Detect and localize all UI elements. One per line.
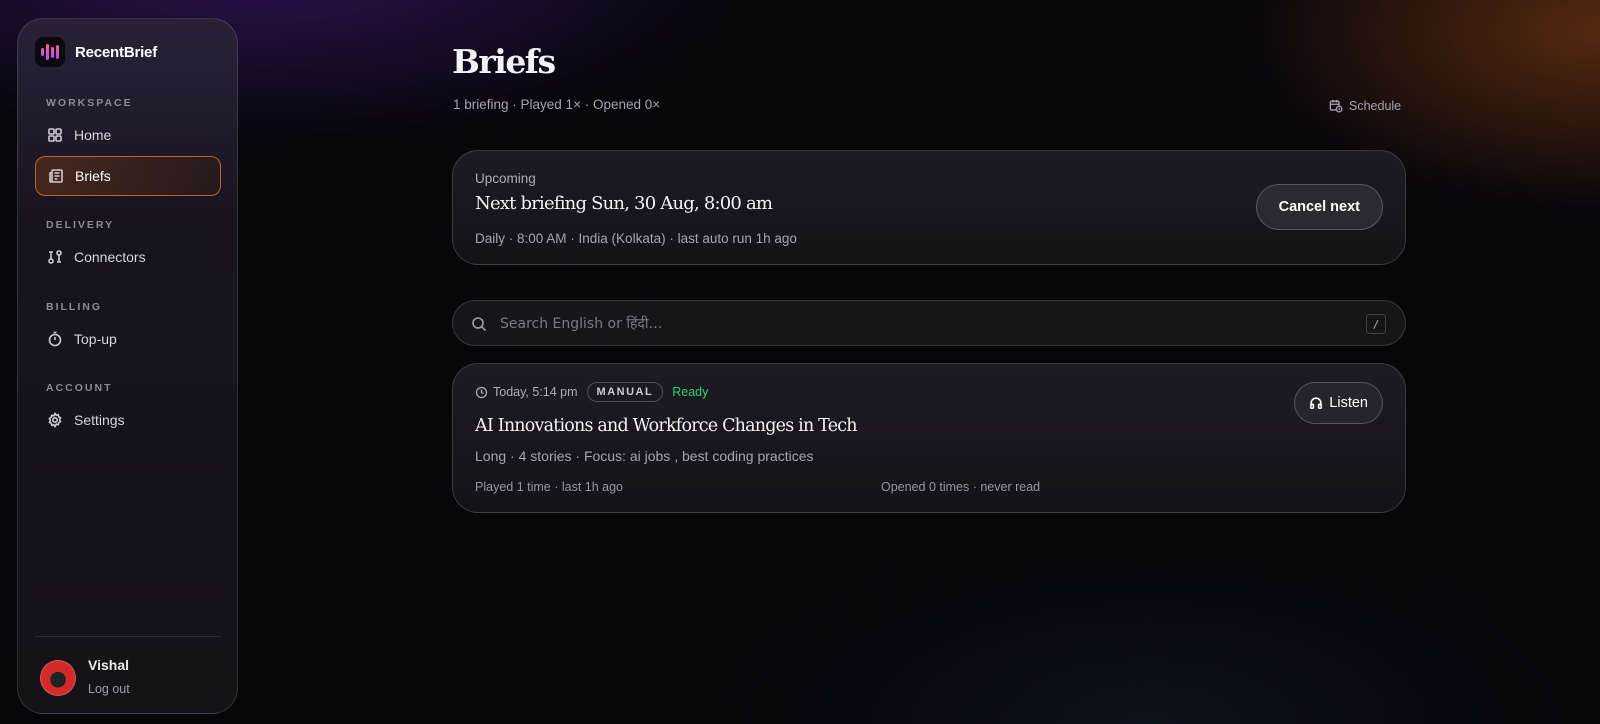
brief-title[interactable]: AI Innovations and Workforce Changes in … [475,416,858,436]
connectors-icon [48,250,62,264]
logout-link[interactable]: Log out [88,682,130,696]
section-label-delivery: DELIVERY [46,219,115,231]
brief-header: Today, 5:14 pm MANUAL Ready [475,382,708,402]
section-label-account: ACCOUNT [46,382,113,394]
calendar-clock-icon [1329,99,1343,113]
listen-button[interactable]: Listen [1294,382,1383,424]
gear-icon [48,412,62,428]
listen-label: Listen [1329,395,1368,411]
user-name: Vishal [88,657,129,673]
user-profile: Vishal Log out [40,657,130,696]
brief-played-stats: Played 1 time · last 1h ago [475,480,623,494]
status-badge: Ready [672,385,709,399]
sidebar-item-label: Settings [74,412,125,428]
brief-type-badge: MANUAL [586,382,664,402]
page-subtitle: 1 briefing · Played 1× · Opened 0× [453,97,661,112]
sidebar-item-label: Home [74,127,112,143]
cancel-next-button[interactable]: Cancel next [1255,184,1383,230]
app-logo-icon [35,37,65,67]
clock-icon [475,386,488,398]
grid-icon [48,128,62,142]
upcoming-label: Upcoming [475,171,536,186]
upcoming-card: Upcoming Next briefing Sun, 30 Aug, 8:00… [452,150,1406,265]
sidebar-item-label: Briefs [75,168,111,184]
schedule-link[interactable]: Schedule [1329,99,1401,113]
newspaper-icon [49,169,63,183]
sidebar-divider [35,636,221,637]
page-title: Briefs [452,42,556,81]
sidebar-item-label: Connectors [74,249,146,265]
search-bar: / [452,300,1406,346]
search-shortcut-key: / [1366,314,1386,334]
timer-icon [48,331,62,347]
search-input[interactable] [500,313,1300,335]
sidebar-item-settings[interactable]: Settings [35,400,221,440]
avatar[interactable] [40,660,76,696]
schedule-label: Schedule [1349,99,1402,113]
sidebar-item-briefs[interactable]: Briefs [35,156,221,196]
upcoming-title: Next briefing Sun, 30 Aug, 8:00 am [475,193,773,214]
sidebar-item-top-up[interactable]: Top-up [35,319,221,359]
app-name: RecentBrief [75,43,157,61]
sidebar-item-connectors[interactable]: Connectors [35,237,221,277]
brief-time: Today, 5:14 pm [475,385,578,399]
brief-meta: Long · 4 stories · Focus: ai jobs , best… [475,448,814,464]
brief-time-label: Today, 5:14 pm [493,385,578,399]
section-label-billing: BILLING [46,301,102,313]
brief-card[interactable]: Today, 5:14 pm MANUAL Ready AI Innovatio… [452,363,1406,513]
headphones-icon [1310,397,1323,410]
upcoming-meta: Daily · 8:00 AM · India (Kolkata) · last… [475,231,797,246]
section-label-workspace: WORKSPACE [46,97,133,109]
sidebar-item-home[interactable]: Home [35,115,221,155]
brand[interactable]: RecentBrief [35,37,157,67]
search-icon [472,317,487,332]
sidebar: RecentBrief WORKSPACE Home Briefs DELIVE… [17,18,238,714]
brief-opened-stats: Opened 0 times · never read [881,480,1041,494]
sidebar-item-label: Top-up [74,331,117,347]
